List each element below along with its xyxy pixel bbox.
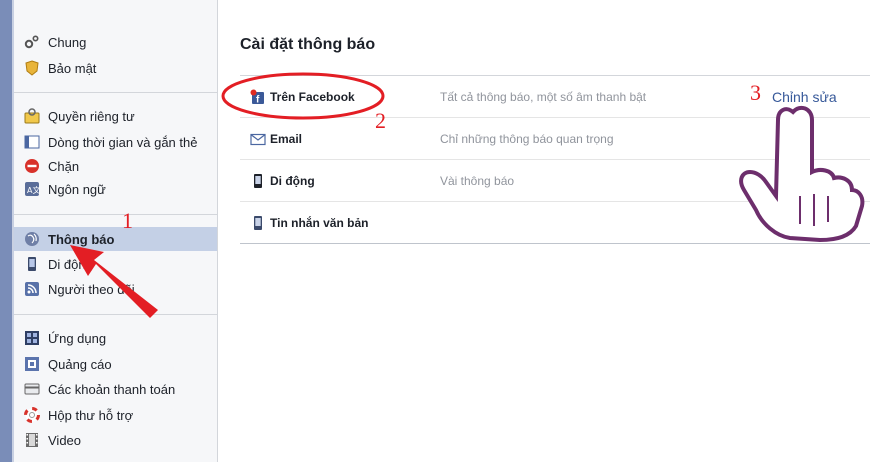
globe-icon [24,231,40,247]
mobile-icon [24,256,40,272]
row-label: Di động [270,173,315,188]
row-description: Vài thông báo [440,173,515,188]
sidebar-item-thanh-toan[interactable]: Các khoản thanh toán [14,378,217,400]
sidebar-item-label: Quảng cáo [48,356,112,372]
facebook-notification-icon: f [250,89,266,105]
notification-settings-table: f Trên Facebook Tất cả thông báo, một số… [240,75,870,244]
sidebar-item-label: Quyền riêng tư [48,108,135,124]
sidebar-item-label: Di động [48,256,93,272]
badge-icon [24,60,40,76]
sidebar-item-label: Các khoản thanh toán [48,381,176,397]
settings-row-tin-nhan[interactable]: Tin nhắn văn bản [240,202,870,244]
sidebar-item-hop-thu-ho-tro[interactable]: Hộp thư hỗ trợ [14,404,217,426]
sidebar-item-bao-mat[interactable]: Bảo mật [14,57,217,79]
step-number-1: 1 [122,208,133,233]
edit-link[interactable]: Chỉnh sửa [772,89,837,105]
sidebar-item-label: Hộp thư hỗ trợ [48,407,134,423]
sidebar-item-label: Chung [48,34,87,50]
notification-settings-panel: Cài đặt thông báo f Trên Facebook Tất cả… [218,0,870,462]
sidebar-item-label: Ứng dụng [48,330,107,346]
sidebar-item-label: Video [48,432,82,448]
step-number-3: 3 [750,80,761,105]
ads-icon [24,356,40,372]
sidebar-divider [14,92,217,93]
sidebar-item-nguoi-theo-doi[interactable]: Người theo dõi [14,278,217,300]
sidebar-item-chan[interactable]: Chặn [14,155,217,177]
sidebar-item-thong-bao[interactable]: Thông báo [14,227,217,251]
row-label: Tin nhắn văn bản [270,215,369,230]
settings-row-email[interactable]: Email Chỉ những thông báo quan trọng [240,118,870,160]
privacy-lock-icon [24,108,40,124]
timeline-icon [24,134,40,150]
sidebar-item-video[interactable]: Video [14,429,217,451]
sidebar-item-label: Bảo mật [48,60,97,76]
step-number-2: 2 [375,108,386,133]
sidebar-divider [14,214,217,215]
block-icon [24,158,40,174]
sidebar-item-quyen-rieng-tu[interactable]: Quyền riêng tư [14,105,217,127]
gears-icon [24,34,40,50]
mobile-icon [250,173,266,189]
row-description: Chỉ những thông báo quan trọng [440,131,614,146]
language-icon: A文 [24,181,40,197]
sidebar-item-dong-thoi-gian[interactable]: Dòng thời gian và gắn thẻ [14,131,217,153]
sidebar-item-label: Ngôn ngữ [48,181,106,197]
payment-card-icon [24,381,40,397]
row-label: Trên Facebook [270,89,355,104]
row-label: Email [270,131,303,146]
settings-row-di-dong[interactable]: Di động Vài thông báo [240,160,870,202]
sms-icon [250,215,266,231]
sidebar-item-di-dong[interactable]: Di động [14,253,217,275]
lifebuoy-icon [24,407,40,423]
sidebar-item-label: Chặn [48,158,80,174]
left-edge-bar [0,0,12,462]
email-icon [250,131,266,147]
row-description: Tất cả thông báo, một số âm thanh bật [440,89,647,104]
svg-text:A文: A文 [27,185,40,195]
sidebar-item-ngon-ngu[interactable]: A文 Ngôn ngữ [14,178,217,200]
film-icon [24,432,40,448]
page-title: Cài đặt thông báo [240,36,376,53]
apps-icon [24,330,40,346]
sidebar-item-label: Người theo dõi [48,281,135,297]
settings-row-facebook[interactable]: f Trên Facebook Tất cả thông báo, một số… [240,76,870,118]
sidebar-item-quang-cao[interactable]: Quảng cáo [14,353,217,375]
rss-icon [24,281,40,297]
settings-sidebar: Chung Bảo mật Quyền riêng tư Dòng thời g… [14,0,218,462]
sidebar-item-label: Dòng thời gian và gắn thẻ [48,134,198,150]
sidebar-item-chung[interactable]: Chung [14,31,217,53]
sidebar-item-ung-dung[interactable]: Ứng dụng [14,327,217,349]
sidebar-item-label: Thông báo [48,231,115,247]
sidebar-divider [14,314,217,315]
